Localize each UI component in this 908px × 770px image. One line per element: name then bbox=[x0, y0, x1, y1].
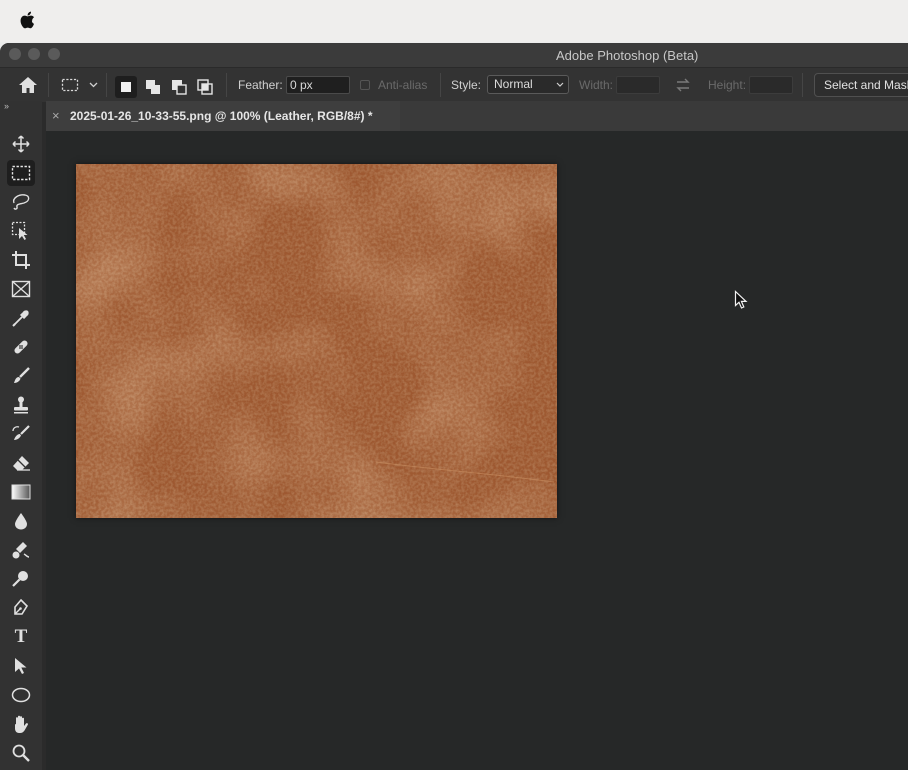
pen-icon bbox=[14, 598, 29, 615]
zoom-tool[interactable] bbox=[7, 740, 35, 766]
clone-stamp-tool[interactable] bbox=[7, 392, 35, 418]
document-tab[interactable]: × 2025-01-26_10-33-55.png @ 100% (Leathe… bbox=[46, 101, 400, 131]
path-selection-tool[interactable] bbox=[7, 653, 35, 679]
eraser-tool[interactable] bbox=[7, 450, 35, 476]
intersect-selection-icon bbox=[197, 79, 213, 95]
chevron-down-icon bbox=[556, 82, 564, 87]
stamp-icon bbox=[14, 396, 28, 414]
healing-brush-tool[interactable] bbox=[7, 334, 35, 360]
pen-tool[interactable] bbox=[7, 595, 35, 621]
add-selection-icon bbox=[146, 80, 160, 94]
drop-icon bbox=[15, 513, 27, 530]
ellipse-tool[interactable] bbox=[7, 682, 35, 708]
feather-input[interactable]: 0 px bbox=[286, 76, 350, 94]
expand-panel-icon[interactable]: ›› bbox=[4, 101, 9, 111]
antialias-checkbox[interactable] bbox=[360, 80, 370, 90]
brush-tool[interactable] bbox=[7, 363, 35, 389]
lasso-icon bbox=[12, 194, 30, 210]
document-canvas[interactable] bbox=[76, 164, 557, 518]
feather-label: Feather: bbox=[238, 78, 283, 92]
subtract-from-selection-button[interactable] bbox=[168, 76, 190, 98]
swap-icon[interactable] bbox=[675, 77, 691, 93]
eyedropper-icon bbox=[12, 310, 29, 327]
smudge-icon bbox=[12, 542, 30, 559]
add-to-selection-button[interactable] bbox=[142, 76, 164, 98]
canvas-workspace[interactable] bbox=[46, 131, 908, 770]
height-input[interactable] bbox=[749, 76, 793, 94]
dodge-tool[interactable] bbox=[7, 566, 35, 592]
window-title: Adobe Photoshop (Beta) bbox=[556, 48, 699, 63]
hand-icon bbox=[15, 715, 28, 733]
bandage-icon bbox=[14, 340, 28, 354]
object-selection-tool[interactable] bbox=[7, 218, 35, 244]
move-icon bbox=[12, 135, 30, 153]
frame-tool[interactable] bbox=[7, 276, 35, 302]
object-selection-icon bbox=[11, 221, 28, 240]
options-bar: Feather: 0 px Anti-alias Style: Normal W… bbox=[0, 67, 908, 102]
lasso-tool[interactable] bbox=[7, 189, 35, 215]
close-tab-icon[interactable]: × bbox=[52, 108, 60, 123]
width-label: Width: bbox=[579, 78, 614, 92]
marquee-icon bbox=[11, 165, 31, 181]
document-tab-title: 2025-01-26_10-33-55.png @ 100% (Leather,… bbox=[70, 109, 373, 123]
macos-menu-bar bbox=[0, 0, 908, 42]
marquee-preset-icon[interactable] bbox=[61, 78, 79, 92]
tools-panel: ›› T bbox=[0, 101, 42, 770]
intersect-selection-button[interactable] bbox=[194, 76, 216, 98]
height-label: Height: bbox=[708, 78, 747, 92]
gradient-icon bbox=[11, 484, 31, 500]
new-selection-icon bbox=[121, 82, 131, 92]
brush-icon bbox=[14, 367, 30, 383]
mouse-cursor-icon bbox=[734, 290, 748, 309]
history-brush-icon bbox=[12, 425, 30, 440]
move-tool[interactable] bbox=[7, 131, 35, 157]
zoom-icon bbox=[12, 744, 30, 762]
history-brush-tool[interactable] bbox=[7, 421, 35, 447]
leather-texture-image[interactable] bbox=[76, 164, 557, 518]
subtract-selection-icon bbox=[172, 80, 187, 95]
document-tab-bar: × 2025-01-26_10-33-55.png @ 100% (Leathe… bbox=[46, 101, 908, 131]
style-label: Style: bbox=[451, 78, 482, 92]
crop-tool[interactable] bbox=[7, 247, 35, 273]
dodge-icon bbox=[12, 571, 28, 587]
chevron-down-icon[interactable] bbox=[89, 82, 98, 88]
home-icon[interactable] bbox=[18, 76, 38, 94]
style-select-value: Normal bbox=[494, 77, 533, 91]
width-input[interactable] bbox=[616, 76, 660, 94]
new-selection-button[interactable] bbox=[115, 76, 137, 98]
crop-icon bbox=[12, 251, 30, 269]
hand-tool[interactable] bbox=[7, 711, 35, 737]
blur-tool[interactable] bbox=[7, 508, 35, 534]
rectangular-marquee-tool[interactable] bbox=[7, 160, 35, 186]
select-and-mask-button[interactable]: Select and Mask bbox=[814, 73, 908, 97]
title-bar: Adobe Photoshop (Beta) bbox=[0, 43, 908, 67]
gradient-tool[interactable] bbox=[7, 479, 35, 505]
smudge-tool[interactable] bbox=[7, 537, 35, 563]
style-select[interactable]: Normal bbox=[487, 75, 569, 94]
eyedropper-tool[interactable] bbox=[7, 305, 35, 331]
photoshop-window: Adobe Photoshop (Beta) Feather: 0 px Ant… bbox=[0, 43, 908, 770]
ellipse-icon bbox=[11, 687, 31, 703]
arrow-icon bbox=[15, 658, 27, 674]
antialias-label: Anti-alias bbox=[378, 78, 428, 92]
frame-icon bbox=[11, 280, 31, 298]
apple-logo-icon[interactable] bbox=[19, 10, 37, 30]
type-tool[interactable]: T bbox=[7, 624, 35, 650]
type-icon: T bbox=[14, 626, 28, 647]
eraser-icon bbox=[13, 456, 30, 471]
